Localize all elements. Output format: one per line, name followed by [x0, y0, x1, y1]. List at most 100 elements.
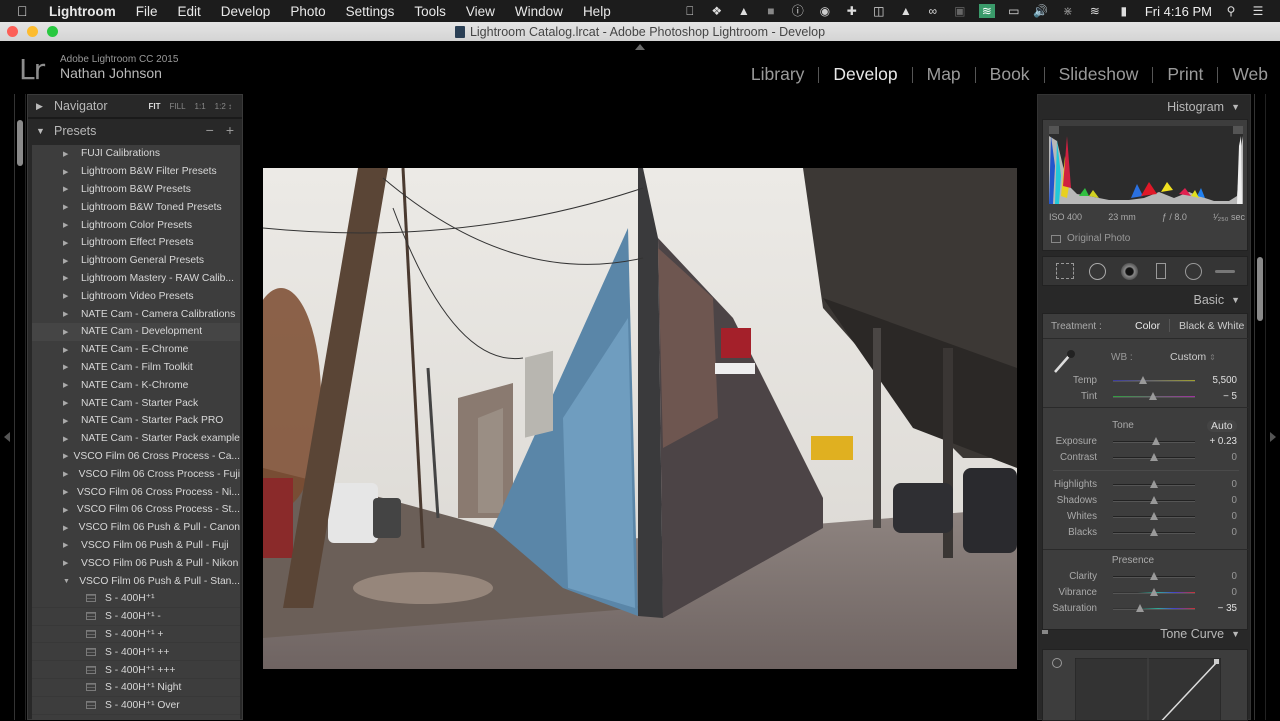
slider-thumb[interactable]	[1150, 453, 1158, 461]
slider-track[interactable]	[1113, 380, 1195, 382]
collapsed-triangle-icon[interactable]: ▶	[32, 559, 81, 567]
module-library[interactable]: Library	[749, 64, 807, 85]
collapsed-triangle-icon[interactable]: ▶	[32, 292, 81, 300]
notification-bell-icon[interactable]: ▲	[898, 4, 914, 18]
radial-filter-icon[interactable]	[1183, 261, 1203, 281]
adjustment-brush-icon[interactable]	[1215, 261, 1235, 281]
white-balance-eyedropper-icon[interactable]	[1051, 348, 1077, 374]
1password-icon[interactable]: ⓘ	[790, 4, 806, 18]
collapsed-triangle-icon[interactable]: ▶	[32, 274, 81, 282]
collapsed-triangle-icon[interactable]: ▶	[32, 435, 81, 443]
preset-folder[interactable]: ▼ VSCO Film 06 Push & Pull - Stan...	[32, 572, 240, 590]
menu-photo[interactable]: Photo	[290, 4, 325, 19]
preset-folder[interactable]: ▶ VSCO Film 06 Push & Pull - Canon	[32, 519, 240, 537]
menu-window[interactable]: Window	[515, 4, 563, 19]
targeted-adjustment-icon[interactable]	[1052, 658, 1062, 668]
slider-thumb[interactable]	[1150, 572, 1158, 580]
preset-item[interactable]: S - 400H⁺¹	[32, 590, 240, 608]
slider-value[interactable]: − 35	[1218, 603, 1237, 614]
preset-folder[interactable]: ▶ Lightroom B&W Toned Presets	[32, 198, 240, 216]
preset-folder[interactable]: ▶ VSCO Film 06 Cross Process - Fuji	[32, 465, 240, 483]
panel-switch-icon[interactable]	[1042, 630, 1048, 634]
right-panel-toggle-icon[interactable]	[1270, 432, 1276, 442]
right-scrollbar-thumb[interactable]	[1257, 257, 1263, 321]
left-scrollbar-track[interactable]	[14, 94, 26, 720]
right-scrollbar-track[interactable]	[1254, 94, 1266, 720]
spot-removal-icon[interactable]	[1087, 261, 1107, 281]
preset-folder[interactable]: ▶ VSCO Film 06 Cross Process - Ca...	[32, 448, 240, 466]
slider-thumb[interactable]	[1149, 392, 1158, 400]
slider-value[interactable]: 0	[1232, 511, 1237, 522]
zoom-1-2[interactable]: 1:2 ↕	[215, 102, 232, 111]
menu-edit[interactable]: Edit	[178, 4, 201, 19]
collapsed-triangle-icon[interactable]: ▶	[32, 470, 79, 478]
wifi-signal-icon[interactable]: ≋	[978, 4, 995, 18]
red-eye-icon[interactable]	[1119, 261, 1139, 281]
crop-overlay-icon[interactable]	[1055, 261, 1075, 281]
slider-value[interactable]: 0	[1232, 527, 1237, 538]
preset-item[interactable]: S - 400H⁺¹ ++	[32, 643, 240, 662]
display-icon[interactable]: ⎕	[682, 4, 698, 18]
original-photo-toggle[interactable]: Original Photo	[1051, 233, 1130, 244]
spotlight-search-icon[interactable]: ⚲	[1223, 4, 1239, 18]
preset-item[interactable]: S - 400H⁺¹ +++	[32, 661, 240, 679]
add-preset-button[interactable]: +	[226, 122, 234, 138]
battery-icon[interactable]: ▮	[1114, 4, 1134, 18]
graduated-filter-icon[interactable]	[1151, 261, 1171, 281]
curve-point[interactable]	[1214, 659, 1219, 664]
preset-folder[interactable]: ▶ NATE Cam - Starter Pack	[32, 394, 240, 412]
preset-item[interactable]: S - 400H⁺¹ Night	[32, 679, 240, 697]
top-panel-toggle-icon[interactable]	[635, 44, 645, 50]
collapsed-triangle-icon[interactable]: ▶	[32, 257, 81, 265]
module-develop[interactable]: Develop	[831, 64, 899, 85]
slider-thumb[interactable]	[1150, 588, 1158, 596]
menu-view[interactable]: View	[466, 4, 495, 19]
checkbox-icon[interactable]	[1051, 234, 1061, 243]
auto-tone-button[interactable]: Auto	[1207, 420, 1237, 432]
slider-value[interactable]: 0	[1232, 495, 1237, 506]
photo-preview[interactable]	[263, 168, 1017, 669]
notification-center-icon[interactable]: ☰	[1250, 4, 1266, 18]
preset-folder[interactable]: ▶ Lightroom B&W Presets	[32, 181, 240, 199]
tone-curve-graph[interactable]	[1075, 658, 1221, 721]
remove-preset-button[interactable]: −	[206, 122, 214, 138]
preset-folder[interactable]: ▶ Lightroom Mastery - RAW Calib...	[32, 270, 240, 288]
preset-folder[interactable]: ▶ VSCO Film 06 Push & Pull - Nikon	[32, 554, 240, 572]
collapsed-triangle-icon[interactable]: ▶	[32, 506, 77, 514]
histogram-header[interactable]: Histogram ▼	[1038, 95, 1250, 119]
preset-folder[interactable]: ▶ VSCO Film 06 Push & Pull - Fuji	[32, 537, 240, 555]
expanded-triangle-icon[interactable]: ▼	[32, 578, 79, 585]
preset-item[interactable]: S - 400H⁺¹ Over	[32, 697, 240, 715]
slider-thumb[interactable]	[1136, 604, 1145, 612]
zoom-1-1[interactable]: 1:1	[195, 102, 206, 111]
slider-value[interactable]: − 5	[1223, 391, 1237, 402]
collapsed-triangle-icon[interactable]: ▶	[32, 203, 81, 211]
collapsed-triangle-icon[interactable]: ▶	[32, 452, 74, 460]
histogram-graph[interactable]	[1049, 126, 1243, 204]
preset-item[interactable]: S - 400H⁺¹ +	[32, 626, 240, 644]
slider-value[interactable]: 0	[1232, 571, 1237, 582]
preset-folder[interactable]: ▶ VSCO Film 06 Cross Process - Ni...	[32, 483, 240, 501]
preset-folder[interactable]: ▶ Lightroom Color Presets	[32, 216, 240, 234]
collapsed-triangle-icon[interactable]: ▶	[32, 488, 77, 496]
collapsed-triangle-icon[interactable]: ▶	[32, 185, 81, 193]
preset-folder[interactable]: ▶ Lightroom Effect Presets	[32, 234, 240, 252]
wifi-icon[interactable]: ≋	[1087, 4, 1103, 18]
preset-folder[interactable]: ▶ NATE Cam - Camera Calibrations	[32, 305, 240, 323]
menu-app-name[interactable]: Lightroom	[49, 4, 116, 19]
menu-help[interactable]: Help	[583, 4, 611, 19]
left-scrollbar-thumb[interactable]	[17, 120, 23, 166]
slider-value[interactable]: 0	[1232, 452, 1237, 463]
wb-select[interactable]: Custom ⇕	[1170, 351, 1216, 363]
module-book[interactable]: Book	[988, 64, 1032, 85]
navigator-header[interactable]: ▶ Navigator FIT FILL 1:1 1:2 ↕	[28, 95, 242, 119]
preset-folder[interactable]: ▶ NATE Cam - Development	[32, 322, 240, 341]
collapsed-triangle-icon[interactable]: ▶	[32, 328, 81, 336]
treatment-black-white[interactable]: Black & White	[1179, 320, 1244, 332]
preset-folder[interactable]: ▶ NATE Cam - K-Chrome	[32, 376, 240, 394]
apple-menu-icon[interactable]: 	[17, 3, 35, 19]
creative-cloud-icon[interactable]: ◉	[817, 4, 833, 18]
presets-header[interactable]: ▼ Presets − +	[28, 119, 242, 143]
preset-folder[interactable]: ▶ FUJI Calibrations	[32, 145, 240, 163]
plus-app-icon[interactable]: ✚	[844, 4, 860, 18]
